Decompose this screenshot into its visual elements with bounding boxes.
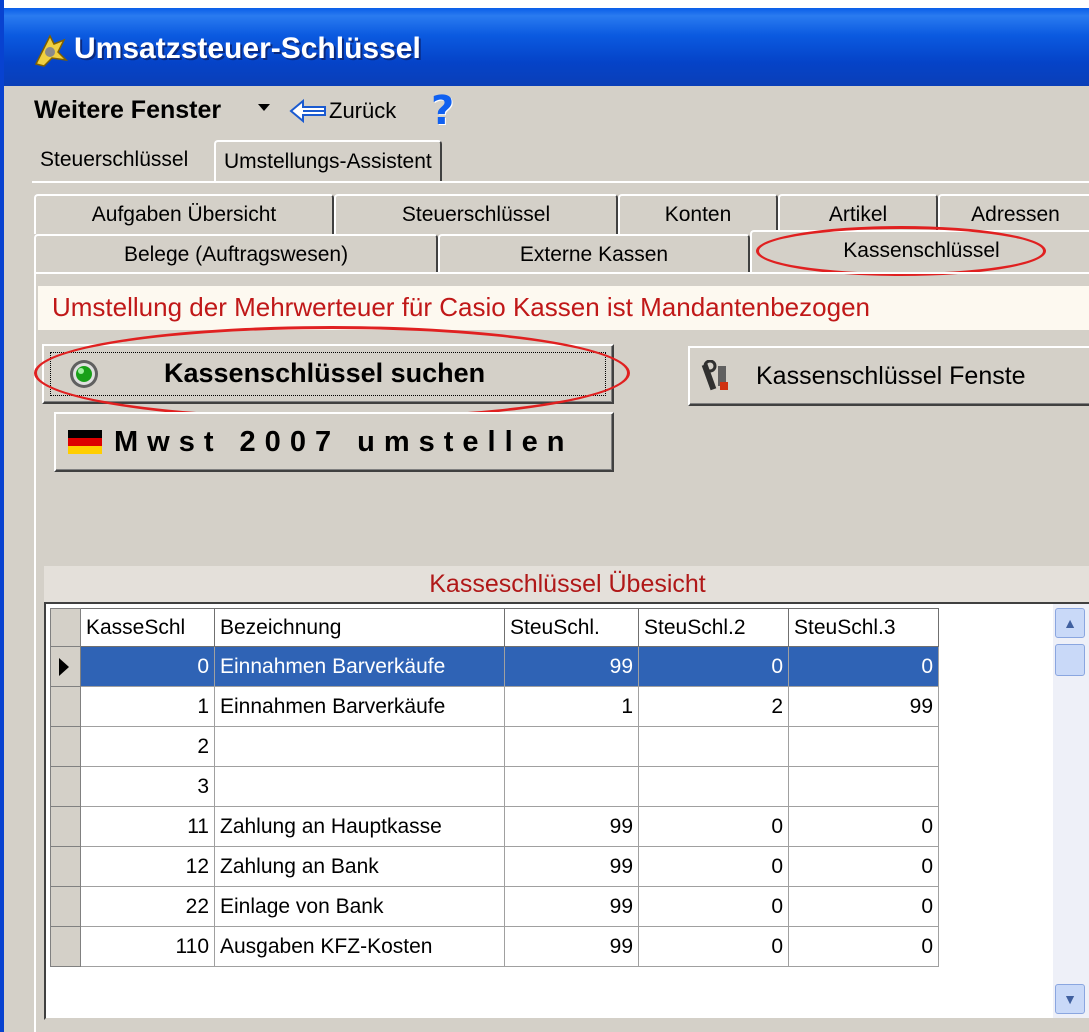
- table-row[interactable]: 1 Einnahmen Barverkäufe 1 2 99: [50, 686, 939, 727]
- cell-bezeichnung[interactable]: Ausgaben KFZ-Kosten: [214, 926, 505, 967]
- tab-umstellungs-assistent[interactable]: Umstellungs-Assistent: [214, 140, 442, 182]
- cell-bezeichnung[interactable]: Einnahmen Barverkäufe: [214, 686, 505, 727]
- table-row[interactable]: 110 Ausgaben KFZ-Kosten 99 0 0: [50, 926, 939, 967]
- cell-steuschl[interactable]: 99: [504, 846, 639, 887]
- window-title: Umsatzsteuer-Schlüssel: [74, 32, 421, 65]
- cell-bezeichnung[interactable]: Zahlung an Hauptkasse: [214, 806, 505, 847]
- more-windows-menu[interactable]: Weitere Fenster: [34, 96, 221, 125]
- cell-steuschl2[interactable]: 0: [638, 646, 789, 687]
- cell-steuschl2[interactable]: 0: [638, 886, 789, 927]
- row-selector[interactable]: [50, 726, 81, 767]
- cell-steuschl3[interactable]: 0: [788, 846, 939, 887]
- cell-kasseschl[interactable]: 0: [80, 646, 215, 687]
- table-row[interactable]: 3: [50, 766, 939, 807]
- tab-belege[interactable]: Belege (Auftragswesen): [34, 234, 438, 274]
- tab-steuerschluessel-sub[interactable]: Steuerschlüssel: [334, 194, 618, 234]
- cell-steuschl[interactable]: 99: [504, 926, 639, 967]
- column-header-kasseschl[interactable]: KasseSchl: [80, 608, 215, 647]
- cell-steuschl[interactable]: 1: [504, 686, 639, 727]
- cell-kasseschl[interactable]: 3: [80, 766, 215, 807]
- column-header-steuschl2[interactable]: SteuSchl.2: [638, 608, 789, 647]
- table-row[interactable]: 2: [50, 726, 939, 767]
- table-row[interactable]: 11 Zahlung an Hauptkasse 99 0 0: [50, 806, 939, 847]
- cell-steuschl3[interactable]: 0: [788, 926, 939, 967]
- tools-icon: [701, 360, 728, 391]
- cell-bezeichnung[interactable]: [214, 766, 505, 807]
- table-header-row: KasseSchl Bezeichnung SteuSchl. SteuSchl…: [50, 608, 939, 647]
- mwst-button-label: Mwst 2007 umstellen: [114, 426, 574, 458]
- window-button-label: Kassenschlüssel Fenste: [756, 362, 1026, 390]
- cell-kasseschl[interactable]: 12: [80, 846, 215, 887]
- row-selector[interactable]: [50, 766, 81, 807]
- cell-steuschl2[interactable]: [638, 726, 789, 767]
- cell-kasseschl[interactable]: 11: [80, 806, 215, 847]
- german-flag-icon: [68, 430, 102, 454]
- back-button[interactable]: Zurück: [329, 98, 396, 124]
- table-row[interactable]: 22 Einlage von Bank 99 0 0: [50, 886, 939, 927]
- cell-kasseschl[interactable]: 22: [80, 886, 215, 927]
- back-arrow-icon[interactable]: [289, 98, 329, 124]
- row-selector[interactable]: [50, 646, 81, 687]
- cell-steuschl3[interactable]: 0: [788, 806, 939, 847]
- row-selector[interactable]: [50, 846, 81, 887]
- cell-steuschl[interactable]: 99: [504, 646, 639, 687]
- cell-steuschl[interactable]: [504, 726, 639, 767]
- vertical-scrollbar[interactable]: ▲ ▼: [1053, 604, 1089, 1018]
- app-icon: [34, 34, 69, 67]
- cell-steuschl3[interactable]: 99: [788, 686, 939, 727]
- grid-caption: Kasseschlüssel Übesicht: [44, 566, 1089, 602]
- table-row[interactable]: 12 Zahlung an Bank 99 0 0: [50, 846, 939, 887]
- cell-steuschl[interactable]: 99: [504, 886, 639, 927]
- row-selector-header: [50, 608, 81, 647]
- row-selector[interactable]: [50, 926, 81, 967]
- switch-vat-2007-button[interactable]: Mwst 2007 umstellen: [54, 412, 614, 472]
- cell-bezeichnung[interactable]: Zahlung an Bank: [214, 846, 505, 887]
- help-icon[interactable]: ?: [431, 88, 454, 134]
- tab-aufgaben-uebersicht[interactable]: Aufgaben Übersicht: [34, 194, 334, 234]
- row-selector[interactable]: [50, 806, 81, 847]
- column-header-steuschl3[interactable]: SteuSchl.3: [788, 608, 939, 647]
- cell-bezeichnung[interactable]: Einnahmen Barverkäufe: [214, 646, 505, 687]
- scroll-up-icon[interactable]: ▲: [1055, 608, 1085, 638]
- cell-kasseschl[interactable]: 1: [80, 686, 215, 727]
- cell-steuschl2[interactable]: 2: [638, 686, 789, 727]
- row-selector[interactable]: [50, 886, 81, 927]
- cell-steuschl3[interactable]: [788, 726, 939, 767]
- cell-steuschl[interactable]: 99: [504, 806, 639, 847]
- cell-steuschl3[interactable]: [788, 766, 939, 807]
- cell-steuschl[interactable]: [504, 766, 639, 807]
- cash-keys-window-button[interactable]: Kassenschlüssel Fenste: [688, 346, 1089, 406]
- scroll-down-icon[interactable]: ▼: [1055, 984, 1085, 1014]
- cell-steuschl2[interactable]: [638, 766, 789, 807]
- cell-steuschl3[interactable]: 0: [788, 886, 939, 927]
- tab-externe-kassen[interactable]: Externe Kassen: [438, 234, 750, 274]
- highlight-oval-button: [34, 326, 630, 420]
- column-header-steuschl[interactable]: SteuSchl.: [504, 608, 639, 647]
- cell-steuschl2[interactable]: 0: [638, 926, 789, 967]
- info-message: Umstellung der Mehrwerteuer für Casio Ka…: [38, 286, 1089, 330]
- cell-kasseschl[interactable]: 2: [80, 726, 215, 767]
- scroll-thumb[interactable]: [1055, 644, 1085, 676]
- data-table: KasseSchl Bezeichnung SteuSchl. SteuSchl…: [50, 608, 939, 967]
- cell-steuschl2[interactable]: 0: [638, 806, 789, 847]
- cell-bezeichnung[interactable]: Einlage von Bank: [214, 886, 505, 927]
- cell-steuschl2[interactable]: 0: [638, 846, 789, 887]
- table-row[interactable]: 0 Einnahmen Barverkäufe 99 0 0: [50, 646, 939, 687]
- cell-steuschl3[interactable]: 0: [788, 646, 939, 687]
- cash-keys-grid: KasseSchl Bezeichnung SteuSchl. SteuSchl…: [44, 602, 1089, 1020]
- current-row-icon: [59, 657, 69, 676]
- cell-bezeichnung[interactable]: [214, 726, 505, 767]
- tab-steuerschluessel[interactable]: Steuerschlüssel: [32, 140, 196, 182]
- highlight-oval-tab: [756, 226, 1046, 276]
- tab-divider: [32, 181, 1089, 183]
- row-selector[interactable]: [50, 686, 81, 727]
- application-window: Umsatzsteuer-Schlüssel Weitere Fenster Z…: [0, 0, 1089, 1032]
- cell-kasseschl[interactable]: 110: [80, 926, 215, 967]
- title-bar[interactable]: Umsatzsteuer-Schlüssel: [4, 0, 1089, 86]
- chevron-down-icon[interactable]: [258, 104, 270, 111]
- column-header-bezeichnung[interactable]: Bezeichnung: [214, 608, 505, 647]
- tab-konten[interactable]: Konten: [618, 194, 778, 234]
